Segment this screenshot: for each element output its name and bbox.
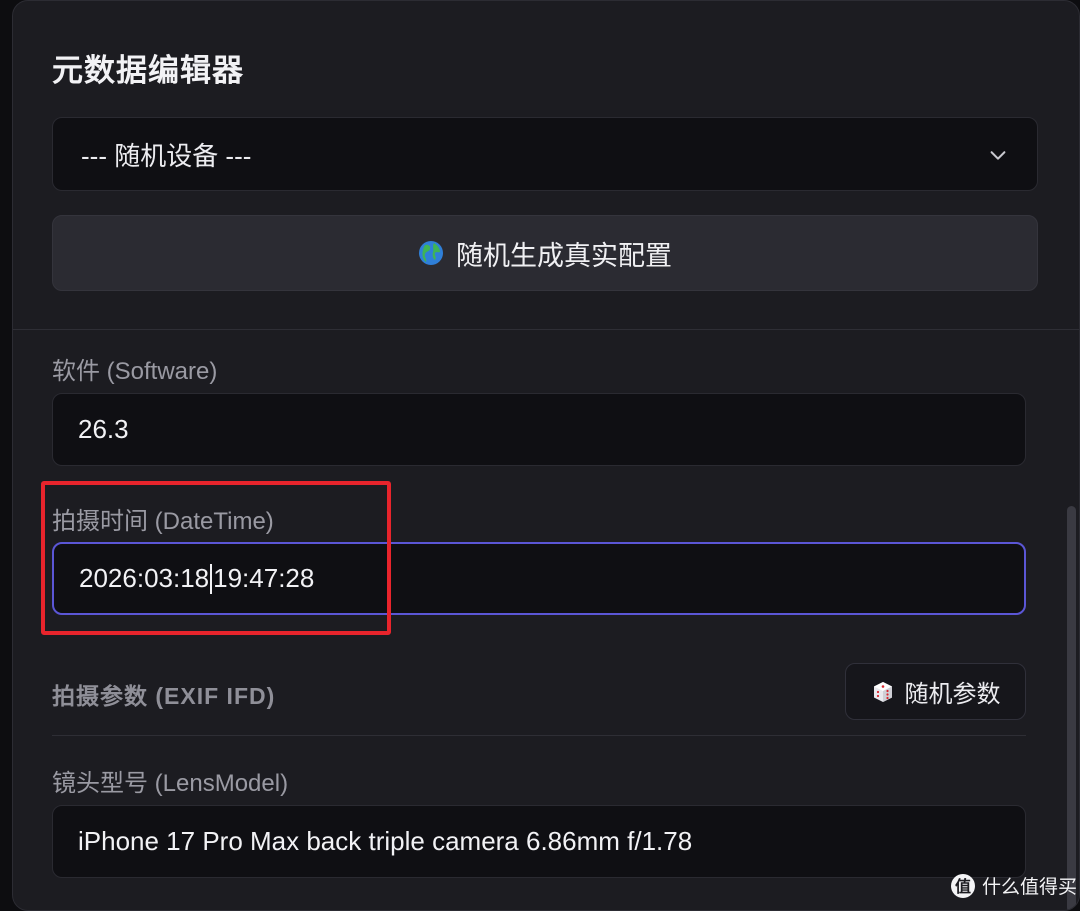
random-params-button[interactable]: 随机参数 — [845, 663, 1026, 720]
exif-section-title: 拍摄参数 (EXIF IFD) — [52, 683, 276, 709]
random-config-label: 随机生成真实配置 — [456, 240, 672, 271]
watermark-text: 什么值得买 — [982, 877, 1078, 898]
lens-model-input[interactable]: iPhone 17 Pro Max back triple camera 6.8… — [52, 805, 1026, 878]
software-input[interactable]: 26.3 — [52, 393, 1026, 466]
dice-icon — [873, 681, 892, 702]
lens-model-label: 镜头型号 (LensModel) — [52, 770, 289, 797]
datetime-value-after: 19:47:28 — [213, 563, 315, 593]
scrollbar-thumb[interactable] — [1067, 506, 1076, 910]
exif-divider — [52, 735, 1026, 736]
smzdm-logo-icon: 值 — [951, 873, 975, 898]
text-caret — [210, 563, 213, 594]
datetime-label: 拍摄时间 (DateTime) — [52, 508, 274, 535]
svg-text:值: 值 — [955, 877, 971, 896]
lens-model-value: iPhone 17 Pro Max back triple camera 6.8… — [78, 826, 693, 856]
watermark: 值 什么值得买 — [950, 872, 1077, 899]
random-config-button[interactable]: 随机生成真实配置 — [52, 215, 1038, 291]
datetime-input[interactable]: 2026:03:18 19:47:28 — [52, 542, 1026, 615]
section-divider — [13, 329, 1079, 330]
software-label: 软件 (Software) — [52, 358, 218, 385]
panel-title: 元数据编辑器 — [52, 53, 244, 88]
metadata-editor-panel: 元数据编辑器 --- 随机设备 --- 随机生成真实配置 软件 (Softwar… — [12, 0, 1080, 911]
device-select-value: --- 随机设备 --- — [81, 140, 252, 171]
globe-icon — [419, 241, 443, 265]
random-params-label: 随机参数 — [904, 681, 1001, 708]
datetime-value-before: 2026:03:18 — [79, 563, 210, 593]
chevron-down-icon — [990, 151, 1006, 160]
device-select[interactable]: --- 随机设备 --- — [52, 117, 1038, 191]
software-value: 26.3 — [78, 414, 129, 444]
